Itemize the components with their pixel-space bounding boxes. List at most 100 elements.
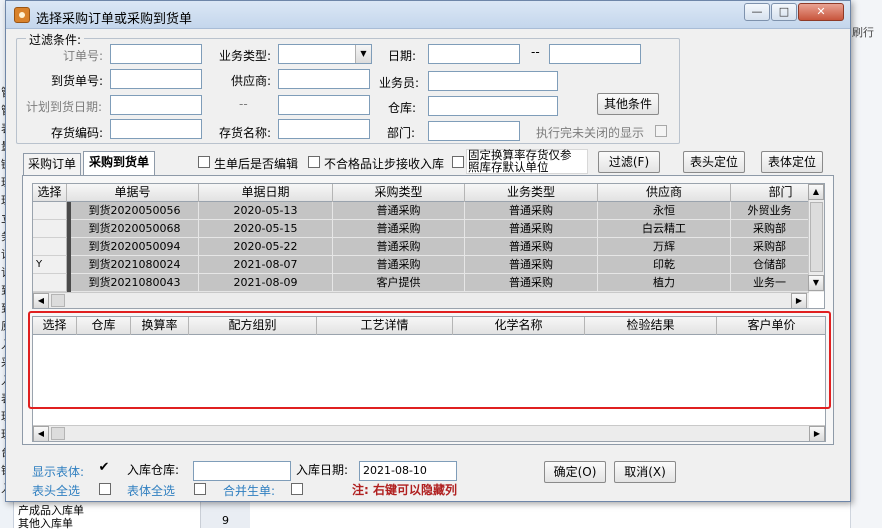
cell-supplier[interactable]: 印乾 bbox=[598, 256, 731, 274]
body-locate-button[interactable]: 表体定位 bbox=[761, 151, 823, 173]
inventory-code-input[interactable] bbox=[110, 119, 202, 139]
lower-grid-hscrollbar[interactable]: ◀ ▶ bbox=[33, 425, 825, 441]
row-select-cell[interactable] bbox=[33, 220, 67, 238]
cell-supplier[interactable]: 白云精工 bbox=[598, 220, 731, 238]
cell-purchase-type[interactable]: 普通采购 bbox=[333, 256, 465, 274]
arrival-no-input[interactable] bbox=[110, 69, 202, 89]
col-header-doc-no[interactable]: 单据号 bbox=[67, 184, 199, 202]
scroll-up-icon[interactable]: ▲ bbox=[808, 184, 824, 200]
cell-dept[interactable]: 采购部 bbox=[731, 238, 809, 256]
table-row[interactable]: 到货2020050068 2020-05-15 普通采购 普通采购 白云精工 采购部 bbox=[33, 220, 809, 238]
cell-biz-type[interactable]: 普通采购 bbox=[465, 238, 598, 256]
table-row[interactable]: Y 到货2021080024 2021-08-07 普通采购 普通采购 印乾 仓储部 bbox=[33, 256, 809, 274]
cell-purchase-type[interactable]: 普通采购 bbox=[333, 202, 465, 220]
date-to-input[interactable] bbox=[549, 44, 641, 64]
dept-input[interactable] bbox=[428, 121, 520, 141]
col-header-purchase-type[interactable]: 采购类型 bbox=[333, 184, 465, 202]
background-refresh-tab[interactable]: 刷行 bbox=[852, 24, 874, 40]
cell-doc-no[interactable]: 到货2020050094 bbox=[71, 238, 199, 256]
body-col-select[interactable]: 选择 bbox=[33, 317, 77, 335]
background-menu-item-other-in[interactable]: 其他入库单 bbox=[18, 515, 73, 531]
cell-purchase-type[interactable]: 普通采购 bbox=[333, 238, 465, 256]
cell-doc-no[interactable]: 到货2021080043 bbox=[71, 274, 199, 292]
cell-purchase-type[interactable]: 客户提供 bbox=[333, 274, 465, 292]
cell-doc-no[interactable]: 到货2020050068 bbox=[71, 220, 199, 238]
scroll-left-icon[interactable]: ◀ bbox=[33, 426, 49, 441]
upper-grid-vscrollbar[interactable]: ▲ ▼ bbox=[808, 184, 824, 292]
cell-dept[interactable]: 外贸业务 bbox=[731, 202, 809, 220]
body-col-customer-price[interactable]: 客户单价 bbox=[717, 317, 825, 335]
maximize-button[interactable]: □ bbox=[771, 3, 797, 21]
body-col-inspection-result[interactable]: 检验结果 bbox=[585, 317, 717, 335]
col-header-doc-date[interactable]: 单据日期 bbox=[199, 184, 333, 202]
biz-type-select[interactable]: ▼ bbox=[278, 44, 372, 64]
body-select-all-checkbox[interactable] bbox=[194, 483, 206, 495]
cell-purchase-type[interactable]: 普通采购 bbox=[333, 220, 465, 238]
minimize-button[interactable]: — bbox=[744, 3, 770, 21]
header-locate-button[interactable]: 表头定位 bbox=[683, 151, 745, 173]
cell-dept[interactable]: 业务一 bbox=[731, 274, 809, 292]
dialog-titlebar[interactable]: 选择采购订单或采购到货单 — □ ✕ bbox=[6, 1, 850, 29]
tab-arrival[interactable]: 采购到货单 bbox=[83, 151, 155, 175]
ok-button[interactable]: 确定(O) bbox=[544, 461, 606, 483]
cell-date[interactable]: 2021-08-07 bbox=[199, 256, 333, 274]
cell-dept[interactable]: 采购部 bbox=[731, 220, 809, 238]
cell-biz-type[interactable]: 普通采购 bbox=[465, 202, 598, 220]
body-col-formula-group[interactable]: 配方组别 bbox=[189, 317, 317, 335]
col-header-select[interactable]: 选择 bbox=[33, 184, 67, 202]
cell-doc-no[interactable]: 到货2020050056 bbox=[71, 202, 199, 220]
cell-biz-type[interactable]: 普通采购 bbox=[465, 256, 598, 274]
body-col-warehouse[interactable]: 仓库 bbox=[77, 317, 131, 335]
cell-date[interactable]: 2020-05-15 bbox=[199, 220, 333, 238]
hscroll-thumb[interactable] bbox=[51, 427, 65, 440]
body-col-conversion-rate[interactable]: 换算率 bbox=[131, 317, 189, 335]
in-date-input[interactable]: 2021-08-10 bbox=[359, 461, 457, 481]
table-row[interactable]: 到货2020050094 2020-05-22 普通采购 普通采购 万辉 采购部 bbox=[33, 238, 809, 256]
reject-step-in-checkbox[interactable] bbox=[308, 156, 320, 168]
date-from-input[interactable] bbox=[428, 44, 520, 64]
close-button[interactable]: ✕ bbox=[798, 3, 844, 21]
scroll-right-icon[interactable]: ▶ bbox=[809, 426, 825, 441]
hscroll-thumb[interactable] bbox=[51, 294, 65, 307]
fixed-rate-checkbox[interactable] bbox=[452, 156, 464, 168]
planned-date-to-input[interactable] bbox=[278, 95, 370, 115]
cell-supplier[interactable]: 万辉 bbox=[598, 238, 731, 256]
scroll-thumb[interactable] bbox=[810, 202, 823, 272]
other-conditions-button[interactable]: 其他条件 bbox=[597, 93, 659, 115]
edit-after-generate-checkbox[interactable] bbox=[198, 156, 210, 168]
cell-date[interactable]: 2021-08-09 bbox=[199, 274, 333, 292]
table-row[interactable]: 到货2020050056 2020-05-13 普通采购 普通采购 永恒 外贸业务 bbox=[33, 202, 809, 220]
filter-button[interactable]: 过滤(F) bbox=[598, 151, 660, 173]
cancel-button[interactable]: 取消(X) bbox=[614, 461, 676, 483]
inventory-name-input[interactable] bbox=[278, 119, 370, 139]
cell-date[interactable]: 2020-05-22 bbox=[199, 238, 333, 256]
tab-purchase-order[interactable]: 采购订单 bbox=[23, 153, 81, 175]
cell-dept[interactable]: 仓储部 bbox=[731, 256, 809, 274]
warehouse-input[interactable] bbox=[428, 96, 558, 116]
upper-grid-hscrollbar[interactable]: ◀ ▶ bbox=[33, 292, 809, 308]
body-col-process-detail[interactable]: 工艺详情 bbox=[317, 317, 453, 335]
cell-supplier[interactable]: 永恒 bbox=[598, 202, 731, 220]
salesman-input[interactable] bbox=[428, 71, 558, 91]
scroll-down-icon[interactable]: ▼ bbox=[808, 275, 824, 291]
cell-doc-no[interactable]: 到货2021080024 bbox=[71, 256, 199, 274]
scroll-right-icon[interactable]: ▶ bbox=[791, 293, 807, 308]
body-col-chemical-name[interactable]: 化学名称 bbox=[453, 317, 585, 335]
merge-generate-checkbox[interactable] bbox=[291, 483, 303, 495]
cell-biz-type[interactable]: 普通采购 bbox=[465, 274, 598, 292]
table-row[interactable]: 到货2021080043 2021-08-09 客户提供 普通采购 植力 业务一 bbox=[33, 274, 809, 292]
row-select-cell[interactable] bbox=[33, 202, 67, 220]
cell-date[interactable]: 2020-05-13 bbox=[199, 202, 333, 220]
show-closed-checkbox[interactable] bbox=[655, 125, 667, 137]
cell-biz-type[interactable]: 普通采购 bbox=[465, 220, 598, 238]
chevron-down-icon[interactable]: ▼ bbox=[355, 45, 371, 63]
scroll-left-icon[interactable]: ◀ bbox=[33, 293, 49, 308]
cell-supplier[interactable]: 植力 bbox=[598, 274, 731, 292]
in-warehouse-input[interactable] bbox=[193, 461, 291, 481]
row-select-cell[interactable]: Y bbox=[33, 256, 67, 274]
header-select-all-checkbox[interactable] bbox=[99, 483, 111, 495]
order-no-input[interactable] bbox=[110, 44, 202, 64]
col-header-supplier[interactable]: 供应商 bbox=[598, 184, 731, 202]
col-header-biz-type[interactable]: 业务类型 bbox=[465, 184, 598, 202]
supplier-input[interactable] bbox=[278, 69, 370, 89]
